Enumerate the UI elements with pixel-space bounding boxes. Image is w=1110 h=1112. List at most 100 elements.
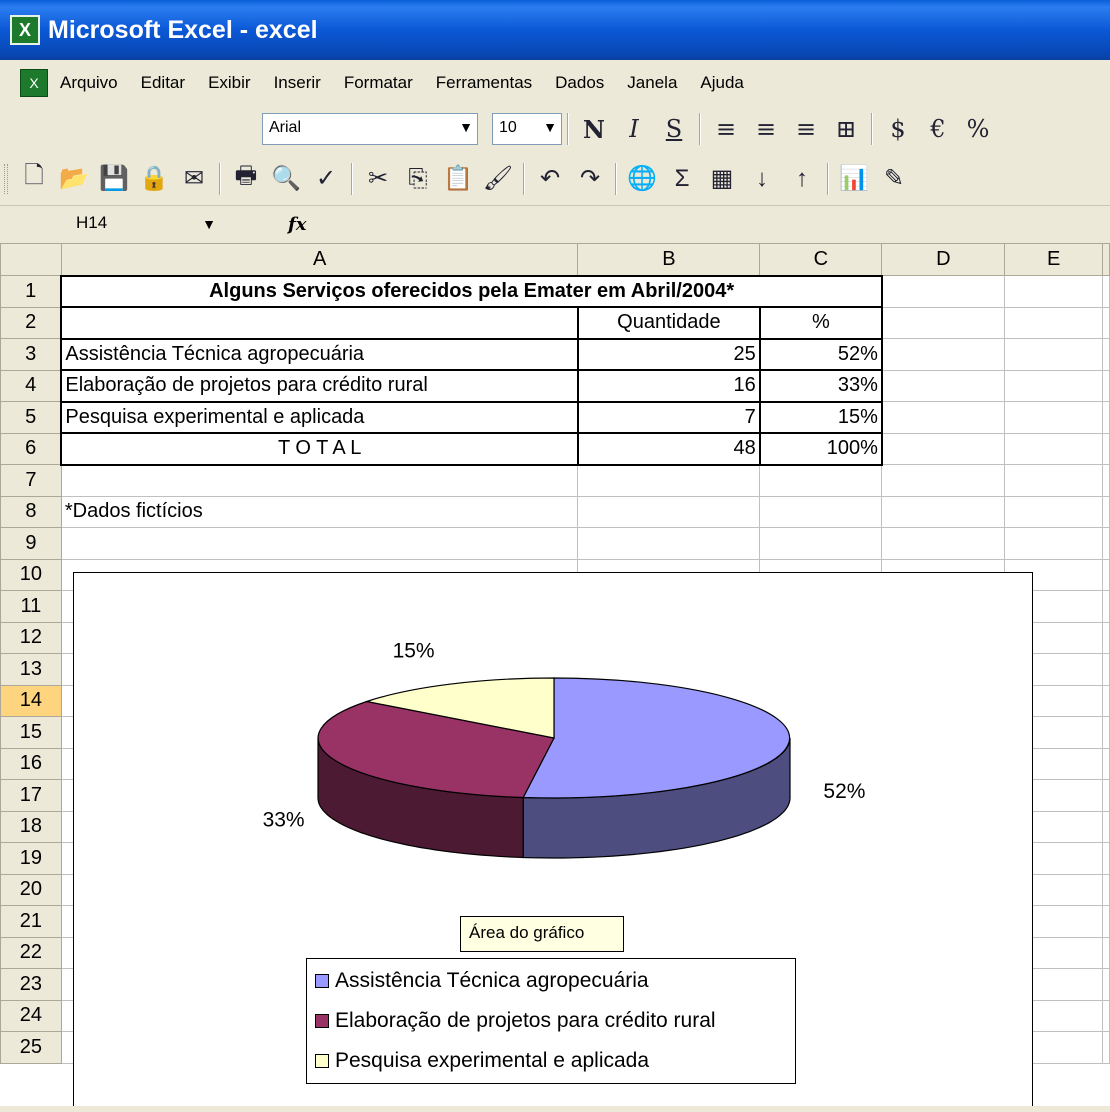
pie-data-label-0[interactable]: 52% (823, 780, 865, 803)
cell-label[interactable]: Assistência Técnica agropecuária (60, 338, 579, 371)
row-header[interactable]: 2 (0, 306, 62, 339)
cell[interactable] (1004, 495, 1103, 528)
cut-icon[interactable]: ✂ (358, 159, 398, 199)
spelling-icon[interactable]: ✓ (306, 159, 346, 199)
row-header[interactable]: 4 (0, 369, 62, 402)
row-header[interactable]: 12 (0, 621, 62, 654)
cell[interactable] (1004, 401, 1103, 434)
cell[interactable] (1004, 432, 1103, 465)
align-left-icon[interactable]: ≡ (706, 109, 746, 149)
new-icon[interactable]: 🗋 (14, 159, 54, 199)
align-center-icon[interactable]: ≡ (746, 109, 786, 149)
row-header[interactable]: 1 (0, 275, 62, 308)
column-header-b[interactable]: B (577, 243, 761, 276)
cell-label[interactable]: Pesquisa experimental e aplicada (60, 401, 579, 434)
cell-qty[interactable]: 16 (577, 369, 761, 403)
row-header[interactable]: 11 (0, 590, 62, 623)
print-icon[interactable]: 🖶 (226, 159, 266, 199)
row-header[interactable]: 10 (0, 558, 62, 591)
cell-total-label[interactable]: T O T A L (60, 432, 579, 466)
row-header[interactable]: 3 (0, 338, 62, 371)
column-header-d[interactable]: D (881, 243, 1006, 276)
row-header[interactable]: 6 (0, 432, 62, 465)
legend-item[interactable]: Pesquisa experimental e aplicada (315, 1041, 787, 1081)
chevron-down-icon[interactable]: ▼ (459, 119, 473, 135)
name-box[interactable]: H14 ▼ (76, 210, 236, 238)
cell[interactable] (881, 369, 1006, 402)
sort-asc-icon[interactable]: ↓ (742, 159, 782, 199)
cell[interactable] (759, 495, 883, 528)
workbook-icon[interactable]: X (20, 69, 48, 97)
menu-inserir[interactable]: Inserir (274, 73, 321, 93)
legend-item[interactable]: Elaboração de projetos para crédito rura… (315, 1001, 787, 1041)
cell-total-qty[interactable]: 48 (577, 432, 761, 466)
cell-label[interactable]: Elaboração de projetos para crédito rura… (60, 369, 579, 403)
open-icon[interactable]: 📂 (54, 159, 94, 199)
cell[interactable] (577, 527, 761, 560)
cell[interactable] (759, 464, 883, 497)
cell[interactable] (1004, 369, 1103, 402)
column-header-c[interactable]: C (759, 243, 883, 276)
align-right-icon[interactable]: ≡ (786, 109, 826, 149)
cell-a1-title[interactable]: Alguns Serviços oferecidos pela Emater e… (60, 274, 883, 308)
menu-janela[interactable]: Janela (627, 73, 677, 93)
row-header[interactable]: 9 (0, 527, 62, 560)
row-header[interactable]: 17 (0, 779, 62, 812)
save-icon[interactable]: 💾 (94, 159, 134, 199)
column-header-a[interactable]: A (60, 243, 579, 276)
cell-pct[interactable]: 52% (759, 338, 883, 371)
cell[interactable] (577, 495, 761, 528)
cell[interactable] (1004, 338, 1103, 371)
cell[interactable] (60, 306, 579, 340)
redo-icon[interactable]: ↷ (570, 159, 610, 199)
row-header[interactable]: 8 (0, 495, 62, 528)
print-preview-icon[interactable]: 🔍 (266, 159, 306, 199)
row-header[interactable]: 18 (0, 810, 62, 843)
row-header[interactable]: 25 (0, 1031, 62, 1064)
cell[interactable] (60, 527, 579, 560)
cell-qty[interactable]: 25 (577, 338, 761, 371)
cell[interactable] (881, 495, 1006, 528)
legend-item[interactable]: Assistência Técnica agropecuária (315, 961, 787, 1001)
select-all-corner[interactable] (0, 243, 62, 276)
cell[interactable] (881, 275, 1006, 308)
cell[interactable] (1004, 306, 1103, 339)
bold-button[interactable]: N (574, 109, 614, 149)
cell[interactable] (881, 464, 1006, 497)
chevron-down-icon[interactable]: ▼ (543, 119, 557, 135)
merge-center-icon[interactable]: ⊞ (826, 109, 866, 149)
hyperlink-icon[interactable]: 🌐 (622, 159, 662, 199)
cell[interactable] (881, 527, 1006, 560)
cell[interactable] (881, 401, 1006, 434)
menu-exibir[interactable]: Exibir (208, 73, 251, 93)
row-header[interactable]: 24 (0, 999, 62, 1032)
cell-pct[interactable]: 15% (759, 401, 883, 434)
row-header[interactable]: 14 (0, 684, 62, 717)
row-header[interactable]: 20 (0, 873, 62, 906)
chart-legend[interactable]: Assistência Técnica agropecuária Elabora… (306, 958, 796, 1084)
cell-pct[interactable]: 33% (759, 369, 883, 403)
cell[interactable] (60, 464, 579, 497)
column-header-e[interactable]: E (1004, 243, 1103, 276)
toolbar-grip[interactable] (4, 163, 8, 194)
menu-arquivo[interactable]: Arquivo (60, 73, 118, 93)
format-painter-icon[interactable]: 🖌 (478, 159, 518, 199)
cell[interactable] (1004, 527, 1103, 560)
percent-icon[interactable]: % (958, 109, 998, 149)
paste-icon[interactable]: 📋 (438, 159, 478, 199)
email-icon[interactable]: ✉ (174, 159, 214, 199)
row-header[interactable]: 22 (0, 936, 62, 969)
autosum-icon[interactable]: Σ (662, 159, 702, 199)
cell[interactable] (1004, 275, 1103, 308)
menu-formatar[interactable]: Formatar (344, 73, 413, 93)
font-size-select[interactable]: 10 ▼ (492, 113, 562, 145)
formula-input[interactable] (320, 210, 1110, 238)
cell-b2-header[interactable]: Quantidade (577, 306, 761, 340)
cell[interactable] (881, 306, 1006, 339)
cell-note[interactable]: *Dados fictícios (60, 495, 579, 528)
row-header[interactable]: 5 (0, 401, 62, 434)
pie-data-label-1[interactable]: 33% (263, 808, 305, 831)
cell[interactable] (1004, 464, 1103, 497)
cell[interactable] (577, 464, 761, 497)
cell-total-pct[interactable]: 100% (759, 432, 883, 466)
